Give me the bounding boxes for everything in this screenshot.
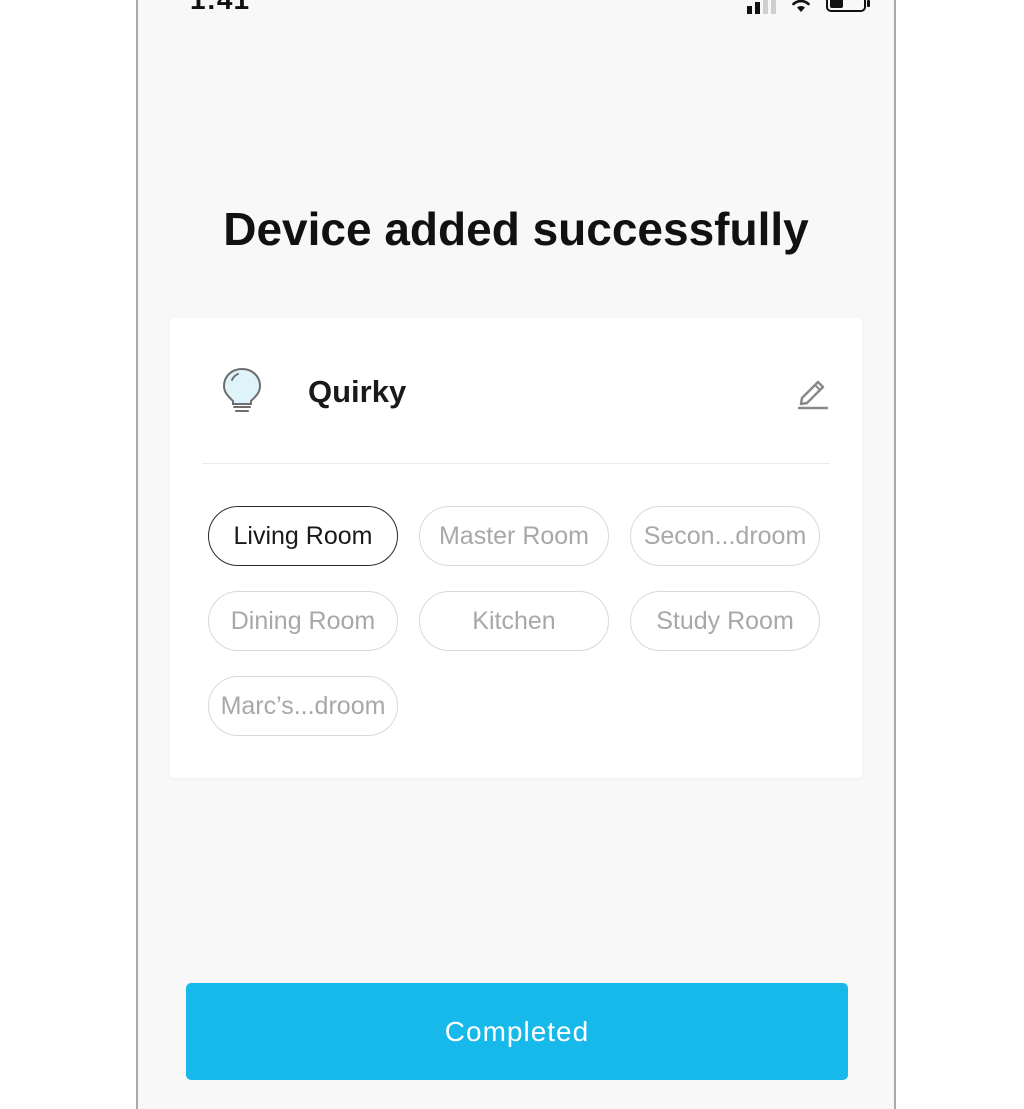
signal-icon: [747, 0, 776, 14]
edit-pencil-icon[interactable]: [796, 374, 830, 410]
room-chip-label: Study Room: [656, 606, 794, 635]
completed-button[interactable]: Completed: [186, 983, 848, 1080]
room-chip[interactable]: Study Room: [630, 591, 820, 651]
room-chip-label: Master Room: [438, 521, 590, 550]
room-chip-label: Kitchen: [472, 606, 556, 635]
phone-screen: 1:41 Device added successfully: [136, 0, 896, 1109]
status-bar: 1:41: [138, 0, 894, 20]
room-chip[interactable]: Master Room: [419, 506, 609, 566]
bulb-icon: [222, 367, 262, 412]
room-chip-label: Living Room: [233, 521, 373, 550]
battery-icon: [826, 0, 870, 12]
room-chip-label: Marc’s...droom: [220, 691, 386, 720]
status-time: 1:41: [190, 0, 250, 16]
room-chip[interactable]: Dining Room: [208, 591, 398, 651]
room-chip-label: Dining Room: [230, 606, 376, 635]
room-chip[interactable]: Secon...droom: [630, 506, 820, 566]
wifi-icon: [792, 0, 810, 12]
room-chip-label: Secon...droom: [643, 521, 807, 550]
device-row: Quirky: [202, 318, 830, 464]
status-icons: [747, 0, 870, 14]
room-chip[interactable]: Kitchen: [419, 591, 609, 651]
room-chip[interactable]: Marc’s...droom: [208, 676, 398, 736]
device-card: Quirky Living Room Master Room Secon...d…: [170, 318, 862, 778]
device-name: Quirky: [308, 374, 407, 409]
page-title: Device added successfully: [223, 203, 809, 255]
room-chip[interactable]: Living Room: [208, 506, 398, 566]
